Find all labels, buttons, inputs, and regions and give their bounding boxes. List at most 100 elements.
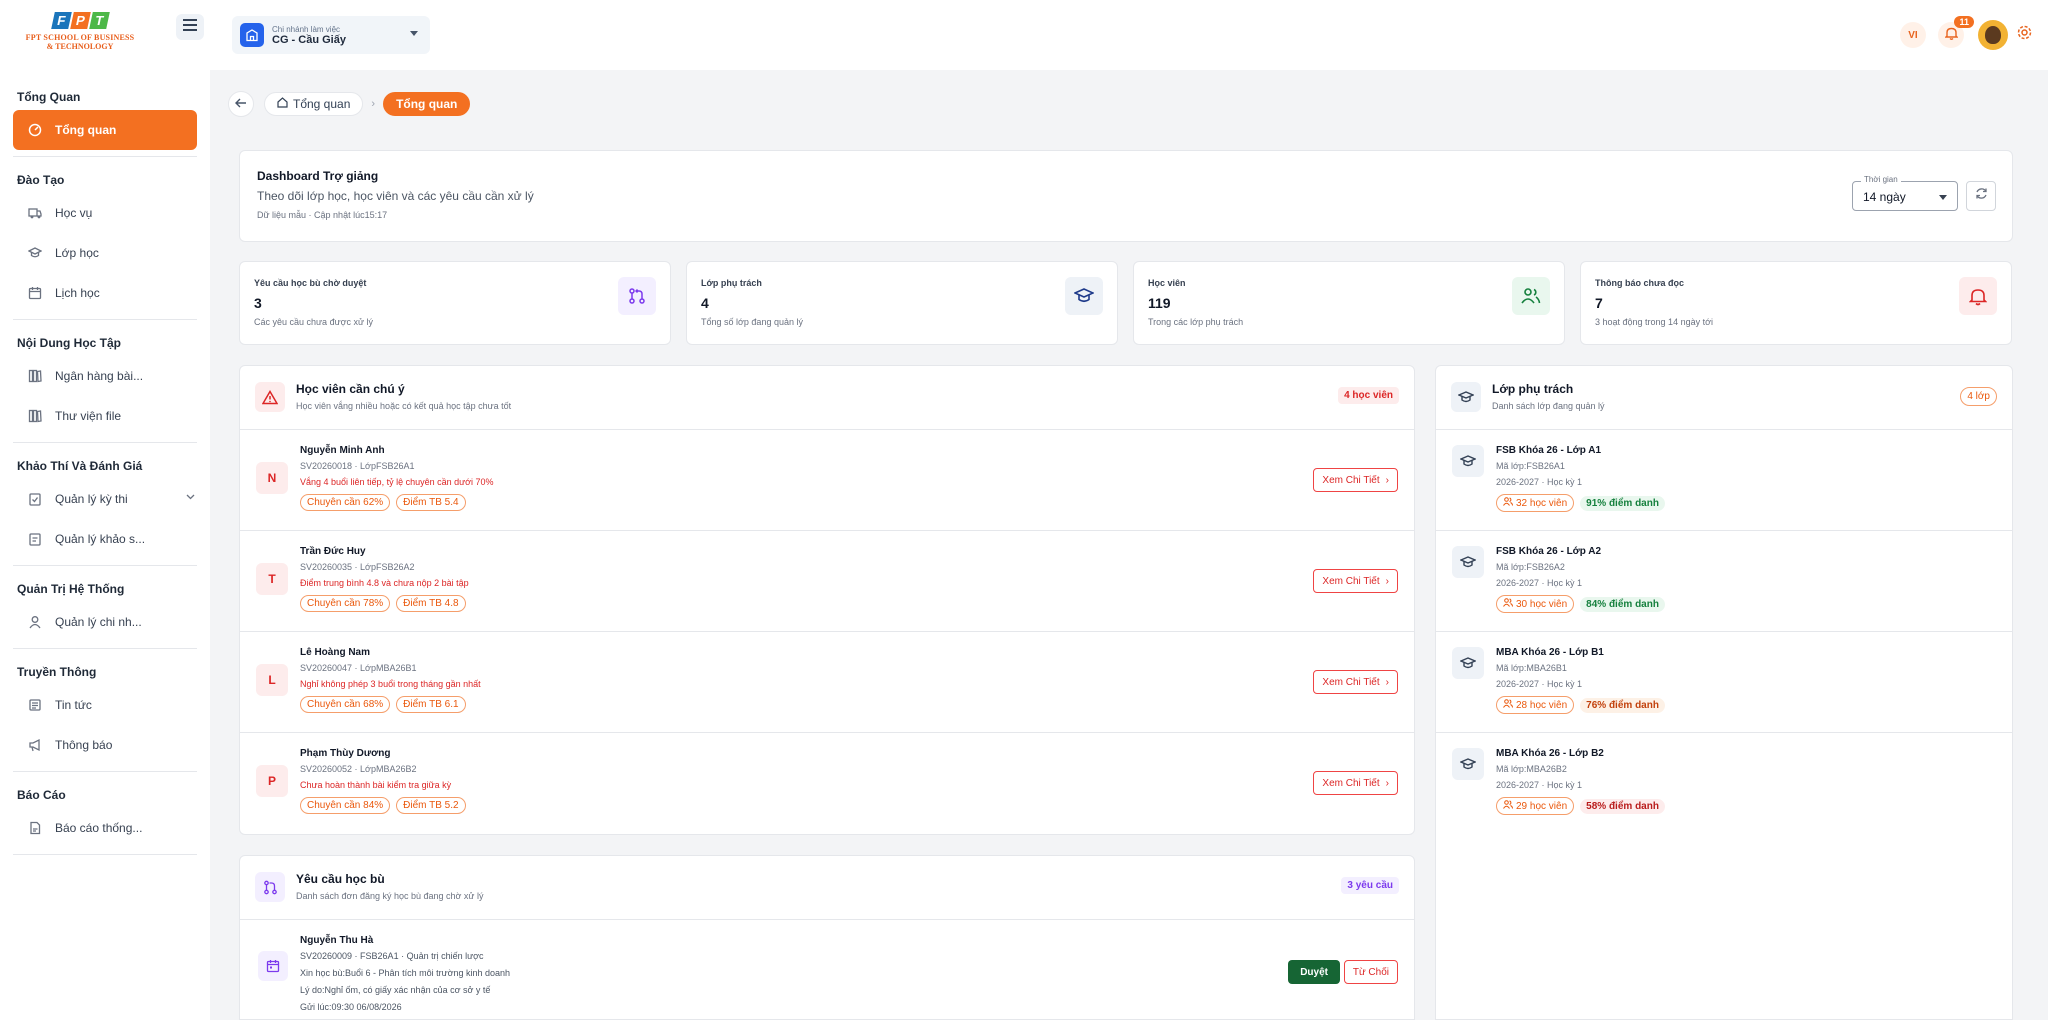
student-issue: Điểm trung bình 4.8 và chưa nộp 2 bài tậ… — [300, 578, 469, 588]
sidebar-item-label: Quản lý kỳ thi — [55, 492, 128, 506]
nav-divider — [13, 771, 197, 772]
class-term: 2026-2027 · Học kỳ 1 — [1496, 578, 1583, 588]
class-name: MBA Khóa 26 - Lớp B2 — [1496, 748, 1604, 759]
nav-section-title: Tổng Quan — [17, 90, 81, 104]
refresh-button[interactable] — [1966, 181, 1996, 211]
request-student-info: SV20260009 · FSB26A1 · Quản trị chiến lư… — [300, 951, 484, 961]
attendance-badge: 91% điểm danh — [1580, 495, 1665, 511]
sidebar-item-thu-vien-file[interactable]: Thư viện file — [0, 396, 210, 436]
time-range-select[interactable]: Thời gian 14 ngày — [1852, 175, 1958, 211]
request-row: Nguyễn Thu Hà SV20260009 · FSB26A1 · Quả… — [240, 920, 1414, 1020]
attendance-tag: Chuyên cần 78% — [300, 595, 391, 612]
bell-icon — [1943, 26, 1959, 45]
sidebar-item-quan-ly-chi-nhanh[interactable]: Quản lý chi nh... — [0, 602, 210, 642]
fpt-logo[interactable]: F P T FPT SCHOOL OF BUSINESS & TECHNOLOG… — [18, 12, 142, 60]
notifications-button[interactable]: 11 — [1938, 16, 1974, 48]
back-button[interactable] — [228, 91, 254, 117]
student-count-tag: 29 học viên — [1496, 797, 1575, 815]
breadcrumb-home[interactable]: Tổng quan — [264, 92, 364, 116]
breadcrumb: Tổng quan › Tổng quan — [228, 91, 471, 117]
stat-card-pending-requests[interactable]: Yêu cầu học bù chờ duyệt 3 Các yêu cầu c… — [239, 261, 671, 345]
sidebar-item-label: Lịch học — [55, 286, 100, 300]
users-icon — [1503, 800, 1513, 812]
sidebar-item-ngan-hang-bai[interactable]: Ngân hàng bài... — [0, 356, 210, 396]
menu-toggle-button[interactable] — [176, 14, 204, 40]
language-switch[interactable]: VI — [1900, 22, 1926, 48]
student-count-label: 32 học viên — [1516, 497, 1568, 509]
library-icon — [28, 369, 42, 383]
sidebar-item-quan-ly-khao-sat[interactable]: Quản lý khảo s... — [0, 519, 210, 559]
sidebar-item-tong-quan[interactable]: Tổng quan — [13, 110, 197, 150]
nav-divider — [13, 319, 197, 320]
stat-card-classes[interactable]: Lớp phụ trách 4 Tổng số lớp đang quản lý — [686, 261, 1118, 345]
student-row: N Nguyễn Minh Anh SV20260018 · LớpFSB26A… — [240, 430, 1414, 531]
class-tags: 29 học viên 58% điểm danh — [1496, 797, 1665, 815]
class-code: Mã lớp:MBA26B1 — [1496, 663, 1567, 673]
class-row[interactable]: MBA Khóa 26 - Lớp B1 Mã lớp:MBA26B1 2026… — [1436, 632, 2012, 733]
attendance-badge: 58% điểm danh — [1580, 798, 1665, 814]
hamburger-icon — [183, 18, 197, 36]
sidebar-item-quan-ly-ky-thi[interactable]: Quản lý kỳ thi — [0, 479, 210, 519]
user-avatar[interactable] — [1978, 20, 2008, 50]
class-row[interactable]: MBA Khóa 26 - Lớp B2 Mã lớp:MBA26B2 2026… — [1436, 733, 2012, 834]
sidebar-item-label: Tổng quan — [55, 123, 117, 137]
student-avatar: L — [256, 664, 288, 696]
view-details-label: Xem Chi Tiết — [1322, 575, 1380, 587]
topbar: Chi nhánh làm việc CG - Cầu Giấy VI 11 — [210, 0, 2048, 70]
calendar-icon — [258, 951, 288, 981]
chevron-down-icon — [1939, 195, 1947, 200]
branch-selector[interactable]: Chi nhánh làm việc CG - Cầu Giấy — [232, 16, 430, 54]
chevron-down-icon — [410, 31, 418, 36]
student-issue: Nghỉ không phép 3 buổi trong tháng gần n… — [300, 679, 481, 689]
sidebar-item-hoc-vu[interactable]: Học vụ — [0, 193, 210, 233]
class-code: Mã lớp:FSB26A1 — [1496, 461, 1565, 471]
view-details-button[interactable]: Xem Chi Tiết › — [1313, 468, 1398, 492]
stat-label: Lớp phụ trách — [701, 278, 762, 288]
sidebar-item-bao-cao-thong-ke[interactable]: Báo cáo thống... — [0, 808, 210, 848]
student-avatar: P — [256, 765, 288, 797]
logo-text-line1: FPT SCHOOL OF BUSINESS — [25, 33, 135, 42]
view-details-button[interactable]: Xem Chi Tiết › — [1313, 670, 1398, 694]
library-icon — [28, 409, 42, 423]
nav-divider — [13, 442, 197, 443]
class-row[interactable]: FSB Khóa 26 - Lớp A2 Mã lớp:FSB26A2 2026… — [1436, 531, 2012, 632]
view-details-button[interactable]: Xem Chi Tiết › — [1313, 771, 1398, 795]
settings-button[interactable] — [2016, 24, 2033, 46]
sidebar-item-lich-hoc[interactable]: Lịch học — [0, 273, 210, 313]
attendance-tag: Chuyên cần 84% — [300, 797, 391, 814]
reject-button[interactable]: Từ Chối — [1343, 960, 1398, 984]
chevron-right-icon: › — [1385, 575, 1389, 587]
sidebar-nav: Tổng Quan Tổng quan Đào Tạo Học vụ Lớp h… — [0, 84, 210, 865]
class-row[interactable]: FSB Khóa 26 - Lớp A1 Mã lớp:FSB26A1 2026… — [1436, 430, 2012, 531]
sidebar-item-thong-bao[interactable]: Thông báo — [0, 725, 210, 765]
attendance-tag: Chuyên cần 62% — [300, 494, 391, 511]
sidebar-item-lop-hoc[interactable]: Lớp học — [0, 233, 210, 273]
sidebar-item-tin-tuc[interactable]: Tin tức — [0, 685, 210, 725]
stat-card-unread-notifications[interactable]: Thông báo chưa đọc 7 3 hoạt động trong 1… — [1580, 261, 2012, 345]
student-id: SV20260035 · LớpFSB26A2 — [300, 562, 415, 572]
request-count-badge: 3 yêu cầu — [1341, 877, 1399, 894]
gear-icon — [2016, 25, 2033, 45]
time-range-value: 14 ngày — [1863, 190, 1906, 204]
nav-section-title: Nội Dung Học Tập — [17, 336, 121, 350]
request-detail: Xin học bù:Buổi 6 - Phân tích môi trường… — [300, 968, 511, 978]
sidebar-item-label: Lớp học — [55, 246, 99, 260]
stat-value: 3 — [254, 295, 262, 311]
stat-card-students[interactable]: Học viên 119 Trong các lớp phụ trách — [1133, 261, 1565, 345]
gpa-tag: Điểm TB 4.8 — [396, 595, 466, 612]
gpa-tag: Điểm TB 6.1 — [396, 696, 466, 713]
building-icon — [240, 23, 264, 47]
student-id: SV20260018 · LớpFSB26A1 — [300, 461, 415, 471]
breadcrumb-current: Tổng quan — [383, 92, 471, 116]
student-name: Nguyễn Minh Anh — [300, 445, 385, 456]
view-details-button[interactable]: Xem Chi Tiết › — [1313, 569, 1398, 593]
users-icon — [1512, 277, 1550, 315]
users-icon — [1503, 699, 1513, 711]
nav-divider — [13, 565, 197, 566]
chevron-down-icon[interactable] — [186, 492, 195, 503]
approve-button[interactable]: Duyệt — [1288, 960, 1340, 984]
view-details-label: Xem Chi Tiết — [1322, 777, 1380, 789]
fpt-logo-mark: F P T — [18, 12, 142, 29]
request-sent-time: Gửi lúc:09:30 06/08/2026 — [300, 1002, 402, 1012]
student-tags: Chuyên cần 78% Điểm TB 4.8 — [300, 595, 466, 612]
